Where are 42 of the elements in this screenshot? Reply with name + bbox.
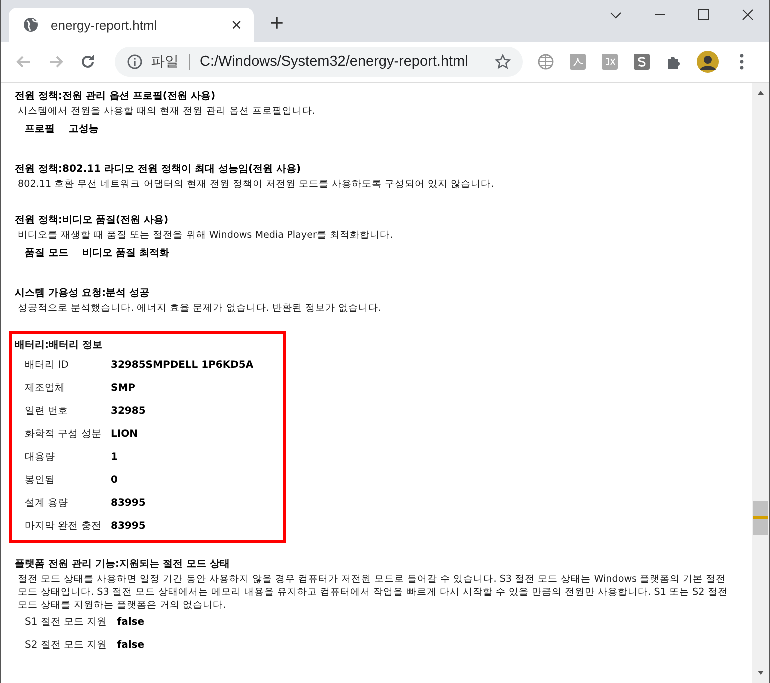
url-text: C:/Windows/System32/energy-report.html <box>200 54 470 70</box>
field-label: S1 절전 모드 지원 <box>25 616 108 630</box>
section-description: 802.11 호환 무선 네트워크 어댑터의 현재 전원 정책이 저전원 모드를 사용하도록 구성되어 있지 않습니다. <box>17 178 496 191</box>
field-label: 제조업체 <box>25 382 66 396</box>
section-title: 배터리:배터리 정보 <box>15 339 104 353</box>
section-title: 전원 정책:802.11 라디오 전원 정책이 최대 성능임(전원 사용) <box>15 163 302 177</box>
section-title: 전원 정책:전원 관리 옵션 프로필(전원 사용) <box>15 90 217 104</box>
section-title: 플랫폼 전원 관리 기능:지원되는 절전 모드 상태 <box>15 558 231 572</box>
field-label: 프로필 <box>25 123 55 137</box>
tab-title: energy-report.html <box>51 18 158 32</box>
section-title: 전원 정책:비디오 품질(전원 사용) <box>15 214 170 228</box>
field-label: S2 절전 모드 지원 <box>25 639 108 653</box>
field-label: 화학적 구성 성분 <box>25 428 102 442</box>
field-label: 일련 번호 <box>25 405 70 419</box>
section-description: 절전 모드 상태를 사용하면 일정 기간 동안 사용하지 않을 경우 컴퓨터가 저전원 모드로 들어갈 수 있습니다. S3 절전 모드 상태는 Windows 플랫폼의 기본 절전 모드 상태입니다. S3 절전 모드 상태에서는 메모리 내용을 유지하고 컴퓨터에서 작업을 빠르게 다시 시작할 수 있을 만큼의 전원만 사용합니다. S1 또는 S2 절전 모드 상태를 지원하는 플랫폼은 거의 없습니다. <box>17 573 729 612</box>
field-value: 0 <box>111 474 118 488</box>
section-description: 시스템에서 전원을 사용할 때의 현재 전원 관리 옵션 프로필입니다. <box>17 105 316 118</box>
field-label: 설계 용량 <box>25 497 70 511</box>
field-value: 83995 <box>111 497 146 511</box>
field-label: 배터리 ID <box>25 359 70 373</box>
close-tab-button[interactable]: × <box>231 14 242 36</box>
field-value: 32985SMPDELL 1P6KD5A <box>111 359 254 373</box>
field-label: 대용량 <box>25 451 56 465</box>
section-description: 비디오를 재생할 때 품질 또는 절전을 위해 Windows Media Player를 최적화합니다. <box>17 229 394 242</box>
scheme-label: 파일 <box>151 54 190 70</box>
field-value: 고성능 <box>69 123 99 137</box>
section-title: 시스템 가용성 요청:분석 성공 <box>15 287 150 301</box>
field-value: false <box>117 616 145 630</box>
browser-tab[interactable]: energy-report.html × <box>9 8 254 42</box>
address-bar[interactable]: 파일 C:/Windows/System32/energy-report.html <box>115 47 523 77</box>
field-value: false <box>117 639 145 653</box>
field-value: 32985 <box>111 405 146 419</box>
section-description: 성공적으로 분석했습니다. 에너지 효율 문제가 없습니다. 반환된 정보가 없습니다. <box>17 302 383 315</box>
field-label: 봉인됨 <box>25 474 56 488</box>
field-value: 83995 <box>111 520 146 534</box>
field-label: 마지막 완전 충전 <box>25 520 102 534</box>
field-value: SMP <box>111 382 136 396</box>
field-label: 품질 모드 <box>25 247 68 261</box>
new-tab-button[interactable]: + <box>270 10 284 38</box>
field-value: 비디오 품질 최적화 <box>82 247 170 261</box>
field-value: 1 <box>111 451 118 465</box>
field-value: LION <box>111 428 138 442</box>
